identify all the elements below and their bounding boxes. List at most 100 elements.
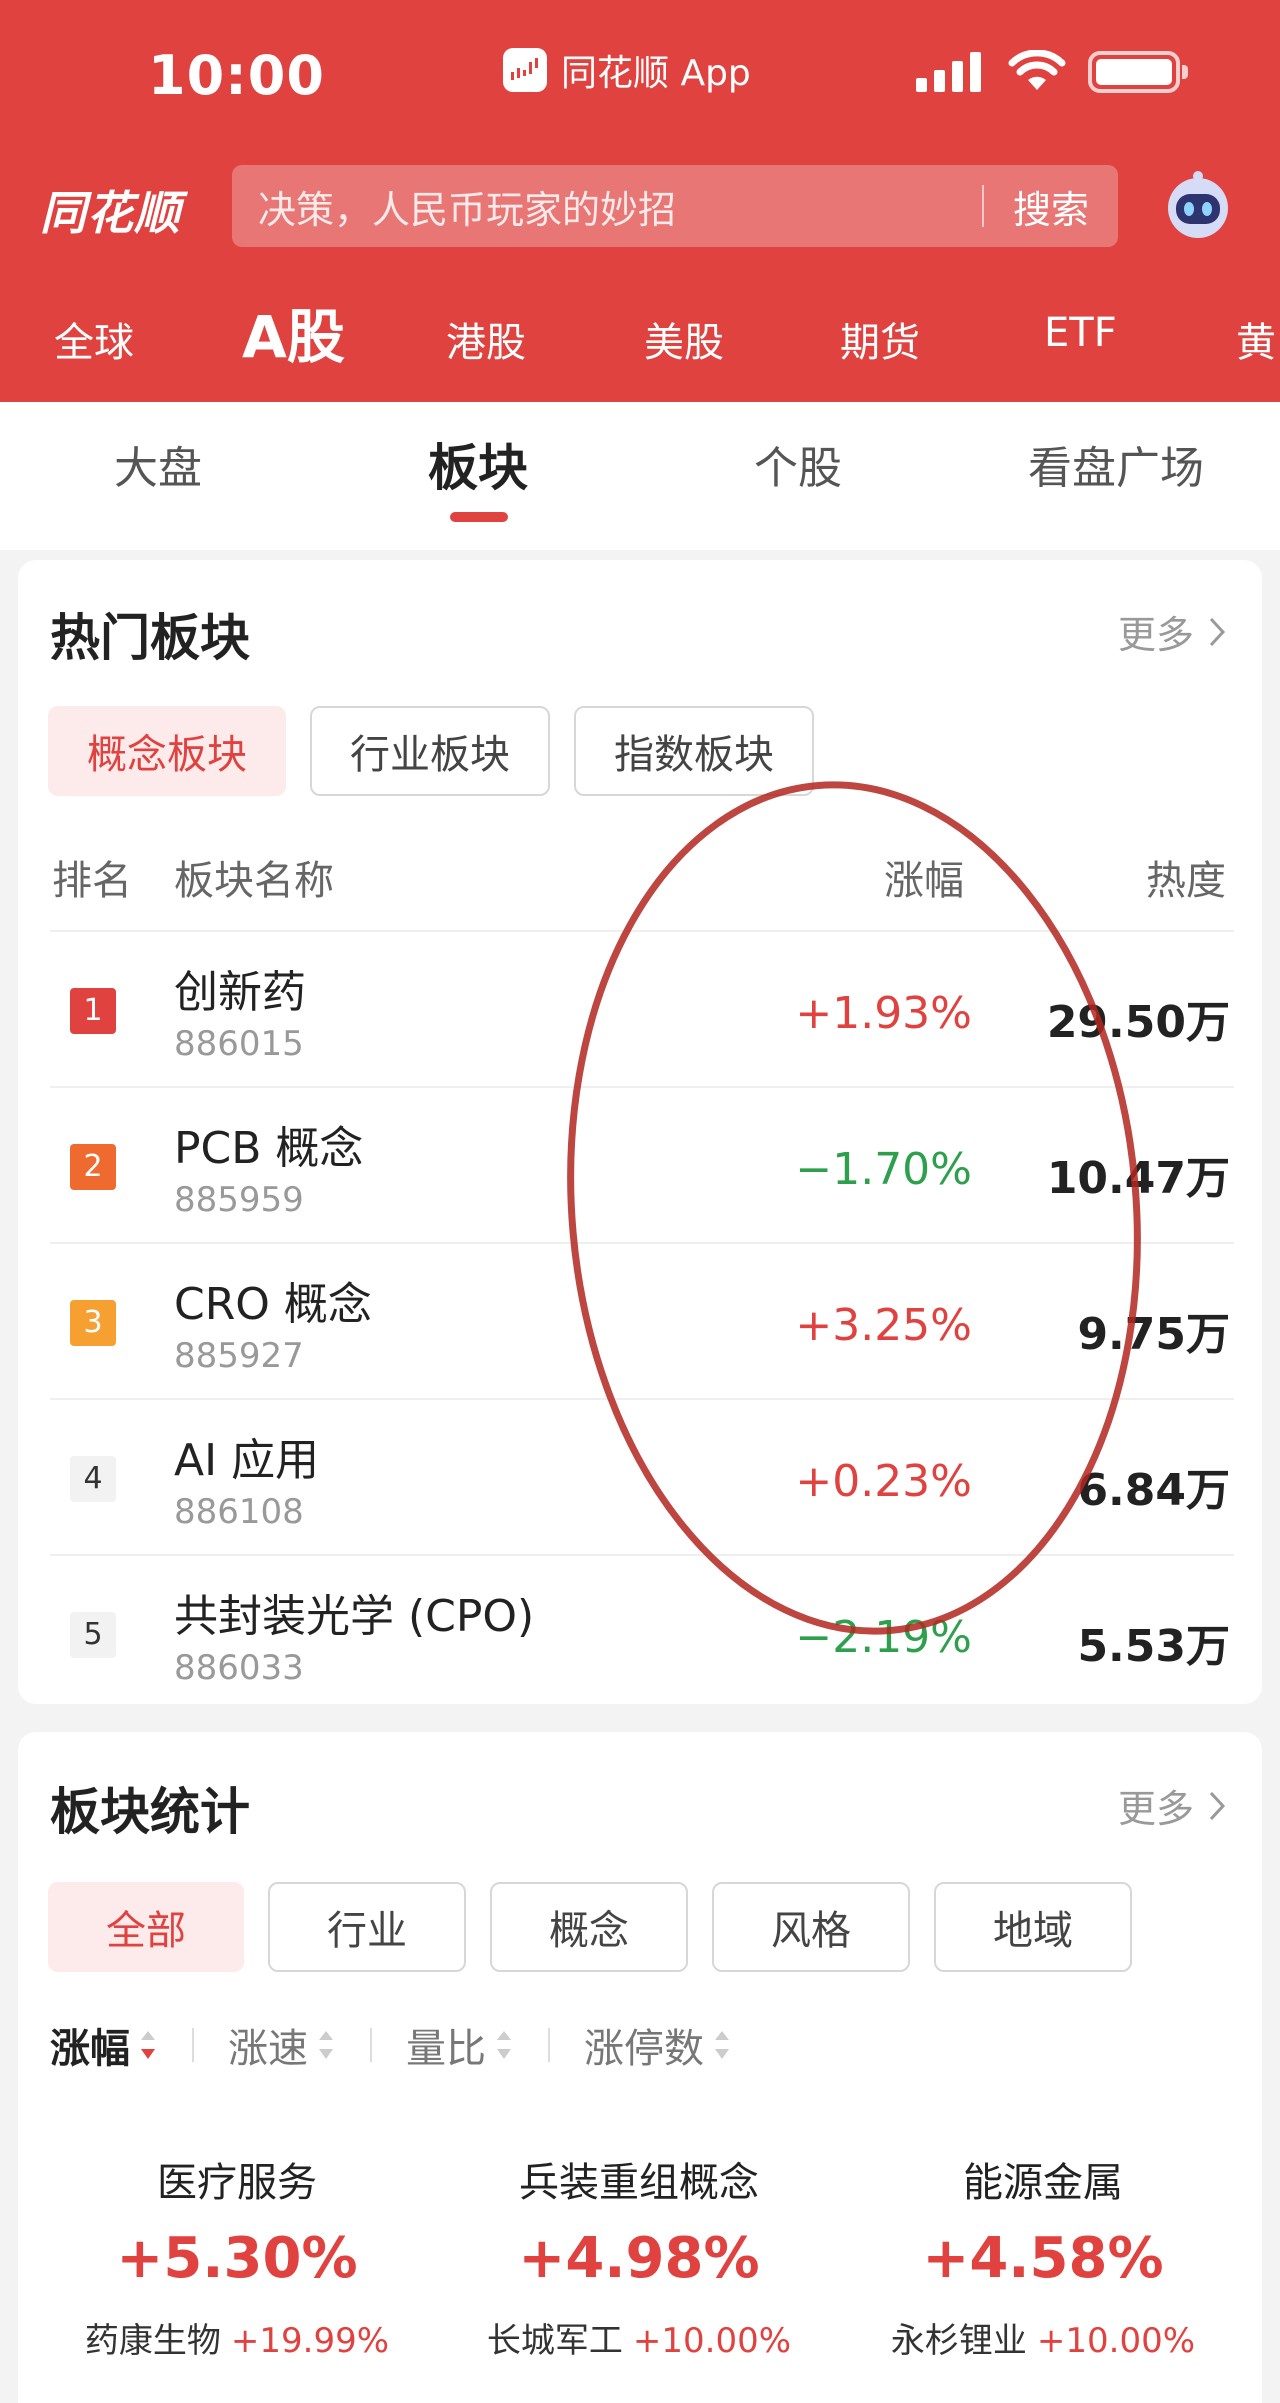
sector-change: +3.25% bbox=[795, 1300, 972, 1351]
column-header-change[interactable]: 涨幅 bbox=[884, 848, 964, 906]
rank-badge: 3 bbox=[70, 1300, 116, 1346]
sector-name: CRO 概念 bbox=[174, 1279, 372, 1330]
stat-leader-change: +19.99% bbox=[230, 2321, 390, 2361]
hot-sectors-more-link[interactable]: 更多 bbox=[1118, 604, 1226, 659]
sector-code: 886015 bbox=[174, 1024, 304, 1064]
sort-by-speed[interactable]: 涨速 bbox=[228, 2016, 336, 2074]
table-row[interactable]: 5 共封装光学 (CPO) 886033 −2.19% 5.53万 bbox=[50, 1554, 1234, 1710]
status-app-label: 同花顺 App bbox=[561, 53, 751, 94]
market-tab-us[interactable]: 美股 bbox=[644, 310, 724, 368]
stat-sector-name: 兵装重组概念 bbox=[519, 2160, 759, 2206]
chip-industry-sectors[interactable]: 行业板块 bbox=[310, 706, 550, 796]
tab-market-overview[interactable]: 大盘 bbox=[114, 432, 202, 496]
sector-heat: 10.47万 bbox=[1046, 1153, 1230, 1204]
chip-style[interactable]: 风格 bbox=[712, 1882, 910, 1972]
stat-sector-name: 医疗服务 bbox=[157, 2160, 317, 2206]
market-tabs: 全球 A股 港股 美股 期货 ETF 黄 bbox=[0, 290, 1280, 380]
market-tab-etf[interactable]: ETF bbox=[1044, 310, 1117, 356]
tab-sectors[interactable]: 板块 bbox=[428, 428, 528, 500]
stat-leader: 长城军工 +10.00% bbox=[434, 2313, 844, 2362]
table-row[interactable]: 3 CRO 概念 885927 +3.25% 9.75万 bbox=[50, 1242, 1234, 1398]
stat-leader: 永杉锂业 +10.00% bbox=[838, 2313, 1248, 2362]
more-label: 更多 bbox=[1117, 1787, 1194, 1831]
signal-icon bbox=[916, 52, 981, 92]
status-icons bbox=[914, 50, 1188, 94]
sector-code: 885927 bbox=[174, 1336, 304, 1376]
sector-name: AI 应用 bbox=[174, 1435, 320, 1486]
market-tab-a-shares[interactable]: A股 bbox=[242, 290, 345, 374]
stat-leader-name: 永杉锂业 bbox=[890, 2321, 1027, 2361]
stat-leader-change: +10.00% bbox=[632, 2321, 792, 2361]
sector-name: 共封装光学 (CPO) bbox=[174, 1591, 535, 1642]
app-header: 10:00 同花顺 App 同花顺 决策，人民币玩家的妙招 搜索 全球 A股 港… bbox=[0, 0, 1280, 402]
sort-icon bbox=[497, 2031, 511, 2059]
sort-icon bbox=[319, 2031, 333, 2059]
sector-stats-title: 板块统计 bbox=[50, 1783, 250, 1841]
active-tab-indicator bbox=[450, 512, 508, 522]
sort-divider bbox=[192, 2028, 194, 2062]
sector-code: 886033 bbox=[174, 1648, 304, 1688]
tab-market-square[interactable]: 看盘广场 bbox=[1028, 432, 1204, 496]
sector-heat: 5.53万 bbox=[1077, 1621, 1230, 1672]
chip-concept-sectors[interactable]: 概念板块 bbox=[48, 706, 286, 796]
sector-change: −2.19% bbox=[795, 1612, 972, 1663]
table-row[interactable]: 4 AI 应用 886108 +0.23% 6.84万 bbox=[50, 1398, 1234, 1554]
stat-leader-change: +10.00% bbox=[1036, 2321, 1196, 2361]
sector-stat-item[interactable]: 能源金属 +4.58% 永杉锂业 +10.00% bbox=[838, 2150, 1248, 2362]
market-tab-global[interactable]: 全球 bbox=[54, 310, 134, 368]
sort-by-change[interactable]: 涨幅 bbox=[50, 2016, 158, 2074]
search-button[interactable]: 搜索 bbox=[984, 179, 1118, 234]
sector-code: 885959 bbox=[174, 1180, 304, 1220]
sort-by-limit-up-count[interactable]: 涨停数 bbox=[584, 2016, 732, 2074]
stat-leader: 药康生物 +19.99% bbox=[32, 2313, 442, 2362]
market-tab-gold[interactable]: 黄 bbox=[1236, 310, 1276, 368]
sector-stat-item[interactable]: 医疗服务 +5.30% 药康生物 +19.99% bbox=[32, 2150, 442, 2362]
chevron-right-icon bbox=[1209, 1791, 1226, 1820]
sector-name: 创新药 bbox=[174, 967, 306, 1018]
battery-icon bbox=[1088, 51, 1188, 93]
table-row[interactable]: 2 PCB 概念 885959 −1.70% 10.47万 bbox=[50, 1086, 1234, 1242]
wifi-icon bbox=[1008, 50, 1066, 90]
stat-leader-name: 药康生物 bbox=[84, 2321, 221, 2361]
rank-badge: 5 bbox=[70, 1612, 116, 1658]
column-header-rank: 排名 bbox=[52, 858, 132, 904]
stat-sector-change: +4.58% bbox=[922, 2226, 1164, 2291]
sort-label: 涨速 bbox=[228, 2026, 308, 2072]
chip-concept[interactable]: 概念 bbox=[490, 1882, 688, 1972]
stat-leader-name: 长城军工 bbox=[486, 2321, 623, 2361]
more-label: 更多 bbox=[1117, 613, 1194, 657]
column-header-name: 板块名称 bbox=[174, 858, 334, 904]
sort-icon bbox=[715, 2031, 729, 2059]
search-input[interactable]: 决策，人民币玩家的妙招 搜索 bbox=[232, 165, 1118, 247]
market-tab-futures[interactable]: 期货 bbox=[840, 310, 920, 368]
sector-heat: 29.50万 bbox=[1046, 997, 1230, 1048]
stat-sector-change: +4.98% bbox=[518, 2226, 760, 2291]
sector-name: PCB 概念 bbox=[174, 1123, 364, 1174]
sector-heat: 9.75万 bbox=[1077, 1309, 1230, 1360]
tab-stocks[interactable]: 个股 bbox=[754, 432, 842, 496]
rank-badge: 1 bbox=[70, 988, 116, 1034]
sort-label: 量比 bbox=[406, 2026, 486, 2072]
stat-sector-name: 能源金属 bbox=[963, 2160, 1123, 2206]
sort-desc-icon bbox=[141, 2031, 155, 2059]
status-time: 10:00 bbox=[148, 44, 325, 107]
table-row[interactable]: 1 创新药 886015 +1.93% 29.50万 bbox=[50, 930, 1234, 1086]
sort-by-volume-ratio[interactable]: 量比 bbox=[406, 2016, 514, 2074]
sort-label: 涨幅 bbox=[50, 2026, 130, 2072]
chevron-right-icon bbox=[1209, 617, 1226, 646]
sort-tabs: 涨幅 涨速 量比 涨停数 bbox=[50, 2016, 732, 2074]
chip-all[interactable]: 全部 bbox=[48, 1882, 244, 1972]
robot-icon[interactable] bbox=[1160, 168, 1236, 244]
sector-stats-more-link[interactable]: 更多 bbox=[1118, 1778, 1226, 1833]
chip-region[interactable]: 地域 bbox=[934, 1882, 1132, 1972]
sort-divider bbox=[370, 2028, 372, 2062]
chip-industry[interactable]: 行业 bbox=[268, 1882, 466, 1972]
sector-change: +1.93% bbox=[795, 988, 972, 1039]
column-header-heat[interactable]: 热度 bbox=[1146, 848, 1226, 906]
search-placeholder: 决策，人民币玩家的妙招 bbox=[258, 187, 677, 232]
stat-sector-change: +5.30% bbox=[116, 2226, 358, 2291]
market-tab-hk[interactable]: 港股 bbox=[446, 310, 526, 368]
status-app-indicator: 同花顺 App bbox=[503, 44, 751, 96]
chip-index-sectors[interactable]: 指数板块 bbox=[574, 706, 814, 796]
sector-stat-item[interactable]: 兵装重组概念 +4.98% 长城军工 +10.00% bbox=[434, 2150, 844, 2362]
